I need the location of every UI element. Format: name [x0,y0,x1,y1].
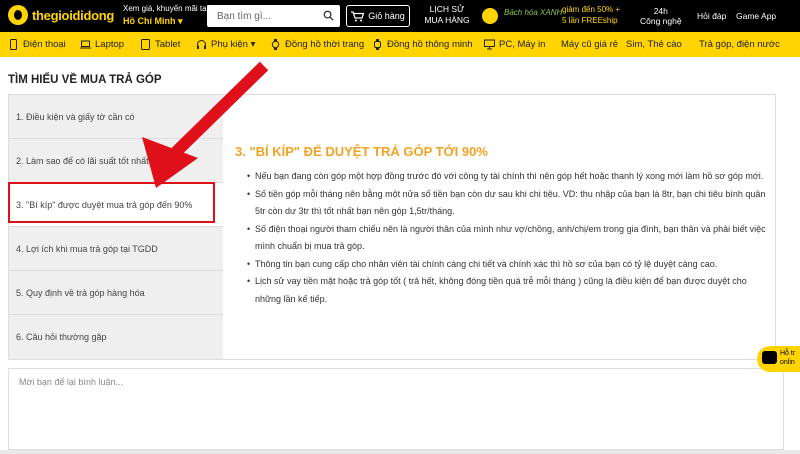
menu-label: Laptop [95,39,125,50]
phone-icon [10,39,17,50]
menu-label: Tablet [155,39,181,50]
history-line2: MUA HÀNG [424,15,470,25]
chat-icon [762,351,777,364]
nav-game-app[interactable]: Game App [736,11,776,21]
table-of-contents: 1. Điều kiện và giấy tờ cần có 2. Làm sa… [9,95,223,359]
section-heading: 3. "BÍ KÍP" ĐỂ DUYỆT TRẢ GÓP TỚI 90% [235,144,488,159]
headphone-icon [197,40,206,49]
logo-text: thegioididong [32,7,115,23]
tablet-icon [141,39,150,50]
nav-qa[interactable]: Hỏi đáp [697,11,726,21]
location-city: Hồ Chí Minh ▾ [123,16,183,26]
menu-item-pc-printer[interactable]: PC, Máy in [484,32,545,57]
toc-item-2[interactable]: 2. Làm sao để có lãi suất tốt nhất [9,139,223,183]
nav-24h-tech[interactable]: 24h Công nghệ [640,6,682,26]
menu-item-fashion-watch[interactable]: Đồng hồ thời trang [270,32,364,57]
laptop-icon [80,40,91,49]
nav-24h-line2: Công nghệ [640,16,682,26]
menu-item-tablet[interactable]: Tablet [140,32,180,57]
menu-item-smartwatch[interactable]: Đồng hồ thông minh [372,32,473,57]
cart-label: Giỏ hàng [368,11,405,21]
category-menu: Điện thoại Laptop Tablet Phụ kiện ▾ Đồng… [0,32,800,57]
promo-icon [482,8,498,24]
search-icon[interactable] [323,10,334,21]
order-history-link[interactable]: LỊCH SỬ MUA HÀNG [418,4,476,26]
menu-item-laptop[interactable]: Laptop [80,32,124,57]
toc-item-5[interactable]: 5. Quy định về trả góp hàng hóa [9,271,223,315]
article-section: 3. "BÍ KÍP" ĐỂ DUYỆT TRẢ GÓP TỚI 90% Nếu… [233,95,773,359]
list-item: Nếu bạn đang còn góp một hợp đồng trước … [247,168,769,186]
menu-item-phone[interactable]: Điện thoại [8,32,66,57]
search-input[interactable] [207,5,317,27]
online-support-button[interactable]: Hỗ tr onlin [757,346,800,372]
page-title: TÌM HIỂU VỀ MUA TRẢ GÓP [8,74,162,86]
toc-item-1[interactable]: 1. Điều kiện và giấy tờ cần có [9,95,223,139]
location-selector[interactable]: Xem giá, khuyến mãi tại Hồ Chí Minh ▾ [123,3,208,28]
pc-icon [484,39,495,50]
watch-icon [271,39,280,50]
chat-label: Hỗ tr onlin [780,349,795,367]
promo-text-1: giảm đến 50% + [562,5,621,14]
site-logo[interactable]: thegioididong [8,5,114,25]
menu-label: PC, Máy in [499,39,546,50]
nav-24h-line1: 24h [653,6,668,16]
promo-banner[interactable]: Bách hóa XANH giảm đến 50% + 5 lần FREEs… [482,3,622,29]
chat-label-1: Hỗ tr [780,350,796,357]
toc-item-4[interactable]: 4. Lợi ích khi mua trả góp tại TGDD [9,227,223,271]
promo-brand: Bách hóa XANH [504,8,563,17]
cart-button[interactable]: Giỏ hàng [346,5,410,27]
cart-icon [351,10,365,21]
menu-item-installment-bills[interactable]: Trả góp, điện nước [699,32,780,57]
menu-label: Phụ kiện ▾ [211,39,256,50]
search-box [207,5,340,27]
menu-item-accessories[interactable]: Phụ kiện ▾ [196,32,255,57]
history-line1: LỊCH SỬ [429,4,465,14]
installment-guide: 1. Điều kiện và giấy tờ cần có 2. Làm sa… [8,94,776,360]
comment-box [8,368,784,450]
promo-text-2: 5 lần FREEship [562,16,618,25]
menu-item-sim-card[interactable]: Sim, Thẻ cào [626,32,682,57]
logo-icon [8,5,28,25]
toc-item-3[interactable]: 3. "Bí kíp" được duyệt mua trả góp đến 9… [9,183,223,227]
top-header: thegioididong Xem giá, khuyến mãi tại Hồ… [0,0,800,32]
list-item: Số điện thoại người tham chiếu nên là ng… [247,221,769,256]
menu-item-used-phones[interactable]: Máy cũ giá rẻ [561,32,618,57]
menu-label: Đồng hồ thông minh [387,39,473,50]
main-content: TÌM HIỂU VỀ MUA TRẢ GÓP 1. Điều kiện và … [0,57,800,450]
list-item: Thông tin bạn cung cấp cho nhân viên tài… [247,256,769,274]
smartwatch-icon [374,39,381,50]
chat-label-2: onlin [780,359,795,366]
menu-label: Điện thoại [23,39,66,50]
menu-label: Đồng hồ thời trang [285,39,365,50]
toc-item-6[interactable]: 6. Câu hỏi thường gặp [9,315,223,359]
list-item: Lịch sử vay tiền mặt hoặc trả góp tốt ( … [247,273,769,308]
location-caption: Xem giá, khuyến mãi tại [123,4,209,13]
comment-input[interactable] [9,369,783,449]
list-item: Số tiền góp mỗi tháng nên bằng một nửa s… [247,186,769,221]
tips-list: Nếu bạn đang còn góp một hợp đồng trước … [247,168,769,308]
